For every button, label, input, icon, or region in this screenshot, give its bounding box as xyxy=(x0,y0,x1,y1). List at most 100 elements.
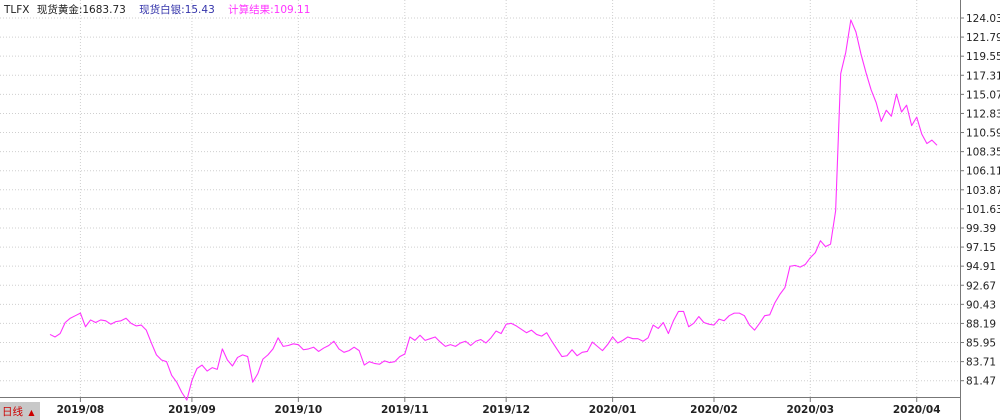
data-point xyxy=(312,345,316,349)
data-points xyxy=(48,18,939,402)
data-point xyxy=(479,338,483,342)
x-tick-label: 2020/03 xyxy=(786,404,834,416)
data-point xyxy=(641,339,645,343)
data-point xyxy=(545,331,549,335)
data-point xyxy=(322,346,326,350)
data-point xyxy=(220,347,224,351)
data-point xyxy=(910,124,914,128)
data-point xyxy=(337,347,341,351)
data-point xyxy=(393,360,397,364)
data-point xyxy=(271,347,275,351)
data-point xyxy=(565,354,569,358)
data-point xyxy=(697,315,701,319)
data-point xyxy=(839,72,843,76)
y-tick-label: 106.11 xyxy=(966,166,1000,178)
data-point xyxy=(580,350,584,354)
data-point xyxy=(403,352,407,356)
data-point xyxy=(129,321,133,325)
data-point xyxy=(742,314,746,318)
data-point xyxy=(590,340,594,344)
data-point xyxy=(170,373,174,377)
data-point xyxy=(661,320,665,324)
data-point xyxy=(256,372,260,376)
data-point xyxy=(879,119,883,123)
data-point xyxy=(677,309,681,313)
data-point xyxy=(803,263,807,267)
data-point xyxy=(48,332,52,336)
data-point xyxy=(215,367,219,371)
data-point xyxy=(616,341,620,345)
period-button[interactable]: 日线 ▲ xyxy=(0,402,40,420)
data-point xyxy=(869,88,873,92)
data-point xyxy=(758,321,762,325)
data-point xyxy=(317,349,321,353)
data-point xyxy=(920,132,924,136)
y-tick-label: 101.63 xyxy=(966,204,1000,216)
data-point xyxy=(575,354,579,358)
data-point xyxy=(524,331,528,335)
triangle-up-icon: ▲ xyxy=(28,408,35,417)
data-point xyxy=(291,342,295,346)
x-tick-label: 2019/12 xyxy=(482,404,530,416)
data-point xyxy=(489,336,493,340)
data-point xyxy=(372,361,376,365)
data-point xyxy=(864,71,868,75)
data-point xyxy=(251,380,255,384)
data-point xyxy=(930,138,934,142)
series-line xyxy=(49,19,938,401)
data-point xyxy=(712,323,716,327)
data-point xyxy=(109,322,113,326)
y-tick-label: 124.03 xyxy=(966,13,1000,25)
y-tick-label: 81.47 xyxy=(966,376,996,388)
data-point xyxy=(377,362,381,366)
y-axis-ticks: 124.03 121.79 119.55 117.31 115.07 112.83 110.… xyxy=(960,13,1000,388)
data-point xyxy=(631,337,635,341)
data-point xyxy=(276,336,280,340)
data-point xyxy=(535,332,539,336)
y-tick-label: 119.55 xyxy=(966,51,1000,63)
data-point xyxy=(783,286,787,290)
x-tick-label: 2019/10 xyxy=(275,404,323,416)
symbol-label: TLFX xyxy=(3,4,30,16)
data-point xyxy=(834,209,838,213)
data-point xyxy=(464,339,468,343)
data-point xyxy=(443,344,447,348)
data-point xyxy=(342,350,346,354)
grid-lines xyxy=(0,0,960,397)
data-point xyxy=(829,242,833,246)
data-point xyxy=(124,316,128,320)
data-point xyxy=(63,320,67,324)
data-point xyxy=(301,348,305,352)
data-point xyxy=(210,366,214,370)
data-point xyxy=(509,321,513,325)
data-point xyxy=(286,344,290,348)
data-point xyxy=(570,348,574,352)
data-point xyxy=(717,317,721,321)
data-point xyxy=(611,335,615,339)
data-point xyxy=(737,311,741,315)
data-point xyxy=(707,322,711,326)
data-point xyxy=(621,338,625,342)
data-point xyxy=(484,341,488,345)
data-point xyxy=(195,367,199,371)
data-point xyxy=(900,110,904,114)
data-point xyxy=(905,103,909,107)
data-point xyxy=(585,349,589,353)
data-point xyxy=(494,329,498,333)
data-point xyxy=(935,143,939,147)
y-tick-label: 108.35 xyxy=(966,147,1000,159)
gold-price-label: 现货黄金:1683.73 xyxy=(37,3,126,16)
data-point xyxy=(58,332,62,336)
price-chart[interactable]: 124.03 121.79 119.55 117.31 115.07 112.83 110.… xyxy=(0,0,1000,420)
data-point xyxy=(78,311,82,315)
y-tick-label: 117.31 xyxy=(966,70,1000,82)
y-tick-label: 88.19 xyxy=(966,318,996,330)
data-point xyxy=(53,335,57,339)
result-label: 计算结果:109.11 xyxy=(228,3,310,16)
data-point xyxy=(682,309,686,313)
data-point xyxy=(773,301,777,305)
data-point xyxy=(925,142,929,146)
data-point xyxy=(844,50,848,54)
y-tick-label: 97.15 xyxy=(966,242,996,254)
data-point xyxy=(763,314,767,318)
